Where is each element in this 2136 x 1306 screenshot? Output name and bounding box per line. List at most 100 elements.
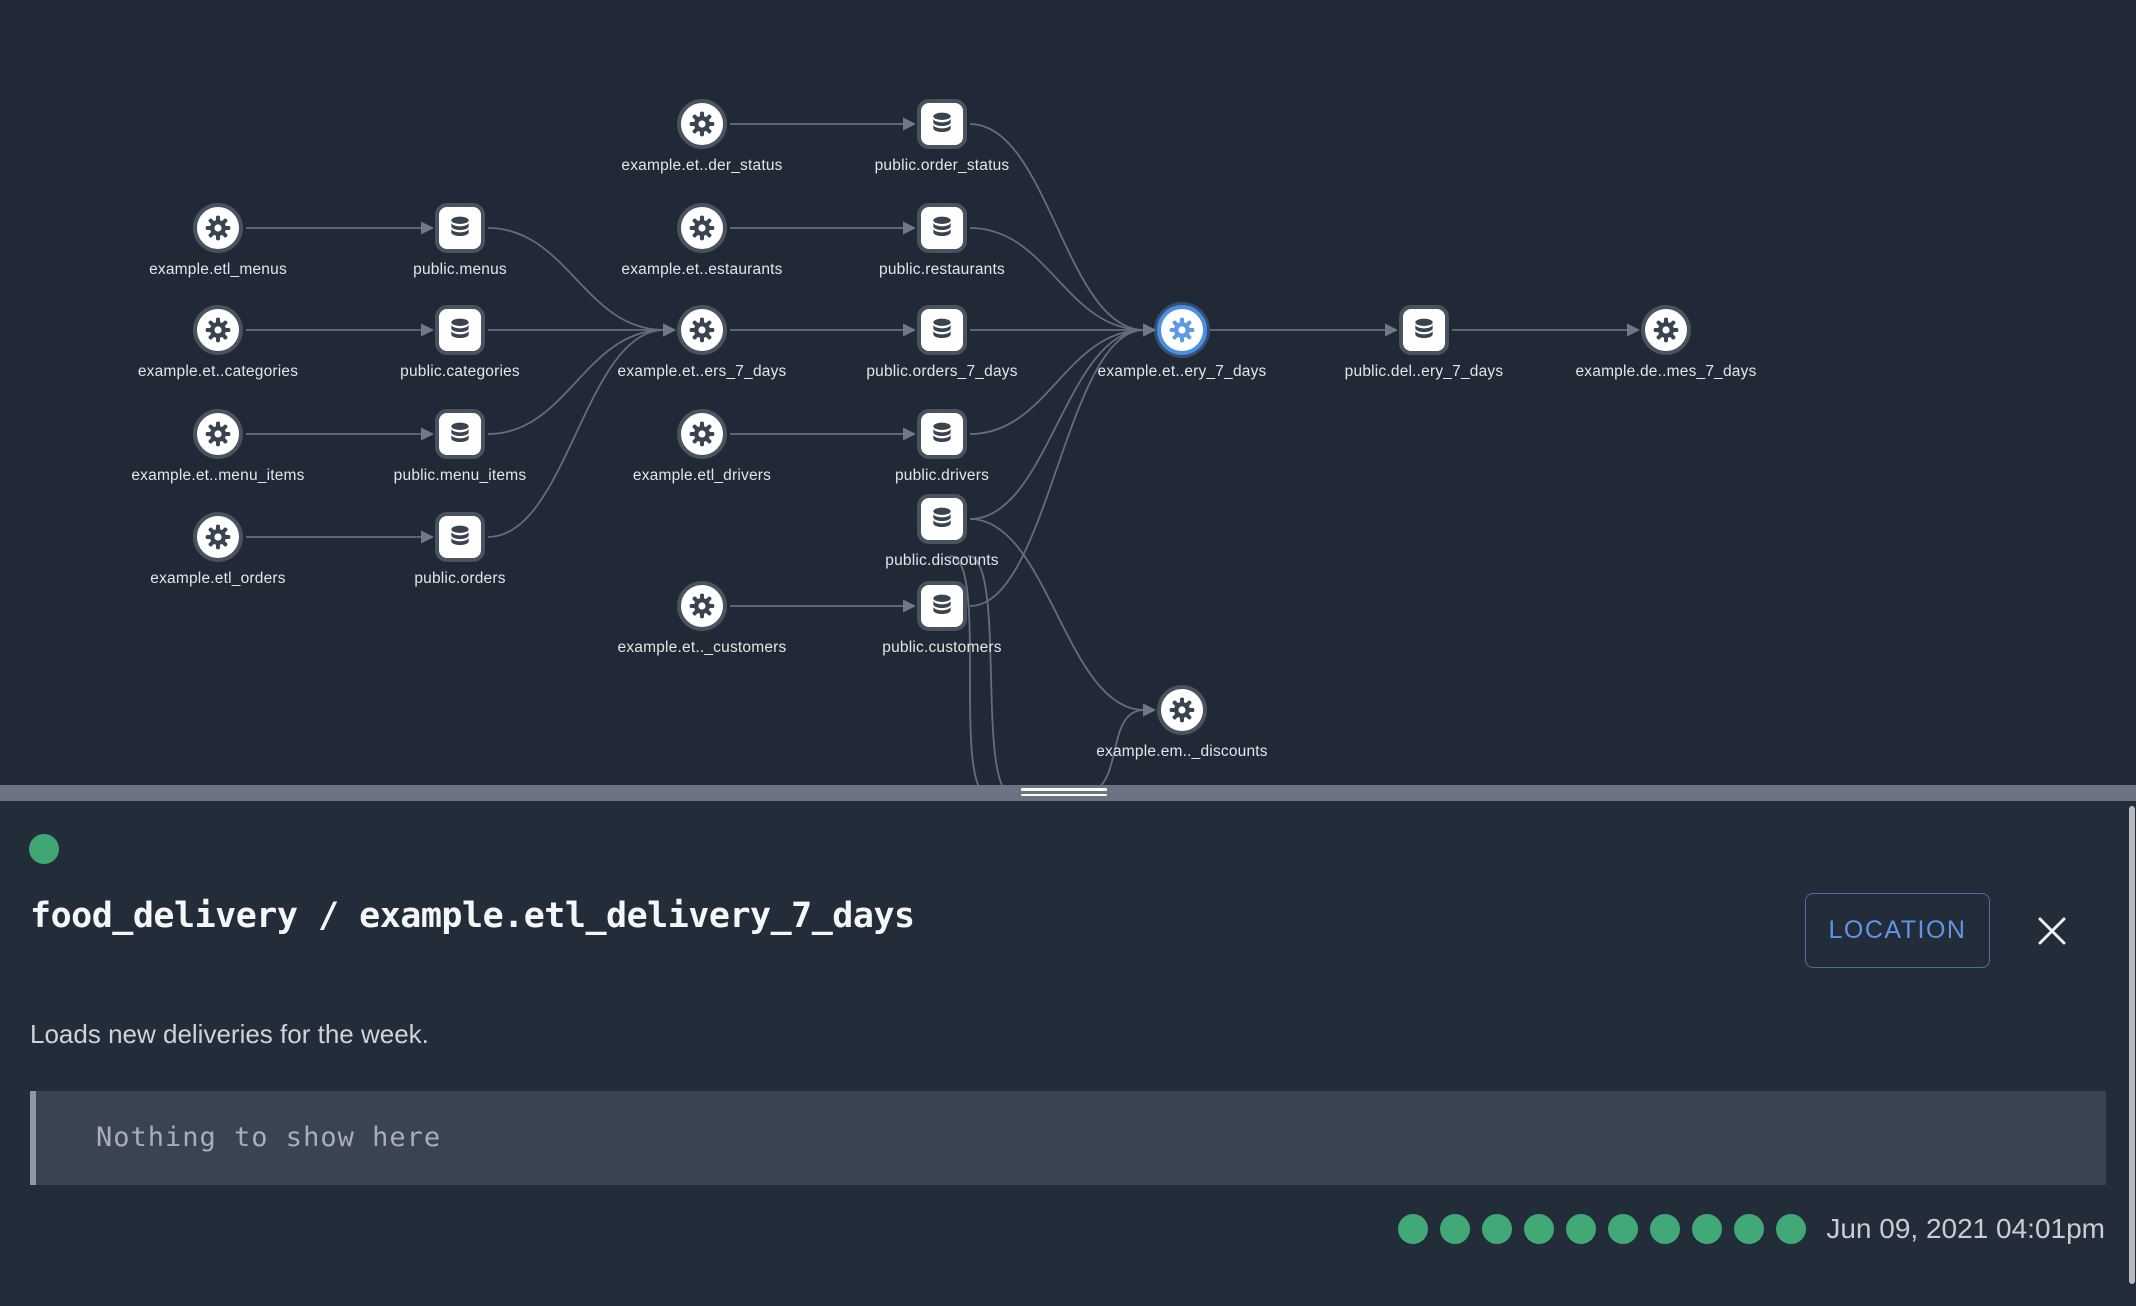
node-label: example.et..der_status bbox=[572, 157, 832, 175]
run-timestamp: Jun 09, 2021 04:01pm bbox=[1826, 1213, 2105, 1245]
gear-icon bbox=[1166, 694, 1198, 726]
graph-node-drivers[interactable]: public.drivers bbox=[812, 409, 1072, 485]
gear-icon bbox=[686, 108, 718, 140]
table-node-icon[interactable] bbox=[917, 581, 967, 631]
graph-node-etl_orders[interactable]: example.etl_orders bbox=[88, 512, 348, 588]
gear-icon bbox=[202, 314, 234, 346]
run-status-dot[interactable] bbox=[1650, 1214, 1680, 1244]
node-label: example.et.._customers bbox=[572, 639, 832, 657]
graph-node-etl_orders_7_days[interactable]: example.et..ers_7_days bbox=[572, 305, 832, 381]
run-status-dot[interactable] bbox=[1692, 1214, 1722, 1244]
graph-node-etl_categories[interactable]: example.et..categories bbox=[88, 305, 348, 381]
divider-drag-handle[interactable] bbox=[1021, 788, 1107, 799]
graph-node-etl_restaurants[interactable]: example.et..estaurants bbox=[572, 203, 832, 279]
table-node-icon[interactable] bbox=[917, 494, 967, 544]
graph-node-de_times_7_days[interactable]: example.de..mes_7_days bbox=[1536, 305, 1796, 381]
run-status-dot[interactable] bbox=[1566, 1214, 1596, 1244]
node-label: public.menu_items bbox=[330, 467, 590, 485]
database-icon bbox=[926, 590, 958, 622]
table-node-icon[interactable] bbox=[917, 203, 967, 253]
node-label: public.categories bbox=[330, 363, 590, 381]
table-node-icon[interactable] bbox=[917, 409, 967, 459]
graph-node-discounts[interactable]: public.discounts bbox=[812, 494, 1072, 570]
op-node-icon[interactable] bbox=[193, 512, 243, 562]
graph-node-etl_order_status[interactable]: example.et..der_status bbox=[572, 99, 832, 175]
run-status-dot[interactable] bbox=[1398, 1214, 1428, 1244]
database-icon bbox=[444, 212, 476, 244]
table-node-icon[interactable] bbox=[435, 512, 485, 562]
vertical-scrollbar[interactable] bbox=[2129, 806, 2135, 1284]
graph-node-menus[interactable]: public.menus bbox=[330, 203, 590, 279]
node-label: example.de..mes_7_days bbox=[1536, 363, 1796, 381]
graph-node-categories[interactable]: public.categories bbox=[330, 305, 590, 381]
op-node-icon[interactable] bbox=[677, 99, 727, 149]
run-status-dot[interactable] bbox=[1776, 1214, 1806, 1244]
op-node-icon[interactable] bbox=[677, 203, 727, 253]
table-node-icon[interactable] bbox=[917, 305, 967, 355]
graph-node-em_discounts[interactable]: example.em.._discounts bbox=[1052, 685, 1312, 761]
panel-resize-divider bbox=[0, 785, 2136, 801]
panel-title: food_delivery / example.etl_delivery_7_d… bbox=[30, 896, 915, 936]
database-icon bbox=[926, 503, 958, 535]
graph-node-etl_customers[interactable]: example.et.._customers bbox=[572, 581, 832, 657]
op-node-icon[interactable] bbox=[193, 305, 243, 355]
op-node-icon[interactable] bbox=[1641, 305, 1691, 355]
graph-node-etl_drivers[interactable]: example.etl_drivers bbox=[572, 409, 832, 485]
node-label: example.etl_drivers bbox=[572, 467, 832, 485]
graph-node-restaurants[interactable]: public.restaurants bbox=[812, 203, 1072, 279]
node-label: example.et..ers_7_days bbox=[572, 363, 832, 381]
graph-node-etl_menus[interactable]: example.etl_menus bbox=[88, 203, 348, 279]
gear-icon bbox=[686, 212, 718, 244]
run-status-dot[interactable] bbox=[1608, 1214, 1638, 1244]
graph-node-etl_delivery_7_days[interactable]: example.et..ery_7_days bbox=[1052, 305, 1312, 381]
close-icon[interactable] bbox=[2032, 911, 2072, 951]
node-label: example.etl_orders bbox=[88, 570, 348, 588]
node-label: public.drivers bbox=[812, 467, 1072, 485]
op-node-icon[interactable] bbox=[677, 581, 727, 631]
op-node-icon[interactable] bbox=[677, 409, 727, 459]
graph-node-del_delivery_7_days[interactable]: public.del..ery_7_days bbox=[1294, 305, 1554, 381]
database-icon bbox=[926, 212, 958, 244]
node-label: example.em.._discounts bbox=[1052, 743, 1312, 761]
gear-icon bbox=[202, 212, 234, 244]
run-status-dot[interactable] bbox=[1734, 1214, 1764, 1244]
node-label: example.et..categories bbox=[88, 363, 348, 381]
op-node-icon[interactable] bbox=[1157, 305, 1207, 355]
graph-node-customers[interactable]: public.customers bbox=[812, 581, 1072, 657]
table-node-icon[interactable] bbox=[917, 99, 967, 149]
gear-icon bbox=[1650, 314, 1682, 346]
graph-node-orders[interactable]: public.orders bbox=[330, 512, 590, 588]
detail-panel: food_delivery / example.etl_delivery_7_d… bbox=[0, 801, 2136, 1306]
run-status-dot[interactable] bbox=[1440, 1214, 1470, 1244]
node-label: public.del..ery_7_days bbox=[1294, 363, 1554, 381]
location-button[interactable]: LOCATION bbox=[1805, 893, 1990, 968]
run-status-dot[interactable] bbox=[1524, 1214, 1554, 1244]
graph-node-orders_7_days[interactable]: public.orders_7_days bbox=[812, 305, 1072, 381]
node-label: example.et..ery_7_days bbox=[1052, 363, 1312, 381]
table-node-icon[interactable] bbox=[435, 203, 485, 253]
run-status-dot[interactable] bbox=[1482, 1214, 1512, 1244]
gear-icon bbox=[202, 521, 234, 553]
database-icon bbox=[444, 314, 476, 346]
app-window: example.etl_menus public.menus example.e… bbox=[0, 0, 2136, 1306]
graph-node-order_status[interactable]: public.order_status bbox=[812, 99, 1072, 175]
graph-node-menu_items[interactable]: public.menu_items bbox=[330, 409, 590, 485]
table-node-icon[interactable] bbox=[1399, 305, 1449, 355]
gear-icon bbox=[686, 418, 718, 450]
gear-icon bbox=[686, 590, 718, 622]
node-label: example.et..menu_items bbox=[88, 467, 348, 485]
graph-node-etl_menu_items[interactable]: example.et..menu_items bbox=[88, 409, 348, 485]
table-node-icon[interactable] bbox=[435, 305, 485, 355]
database-icon bbox=[926, 418, 958, 450]
gear-icon bbox=[686, 314, 718, 346]
op-node-icon[interactable] bbox=[193, 409, 243, 459]
empty-state-box: Nothing to show here bbox=[30, 1091, 2106, 1185]
database-icon bbox=[926, 108, 958, 140]
run-dot-list bbox=[1386, 1214, 1806, 1244]
recent-runs-row: Jun 09, 2021 04:01pm bbox=[1386, 1213, 2105, 1245]
op-node-icon[interactable] bbox=[1157, 685, 1207, 735]
table-node-icon[interactable] bbox=[435, 409, 485, 459]
node-label: public.customers bbox=[812, 639, 1072, 657]
op-node-icon[interactable] bbox=[677, 305, 727, 355]
op-node-icon[interactable] bbox=[193, 203, 243, 253]
